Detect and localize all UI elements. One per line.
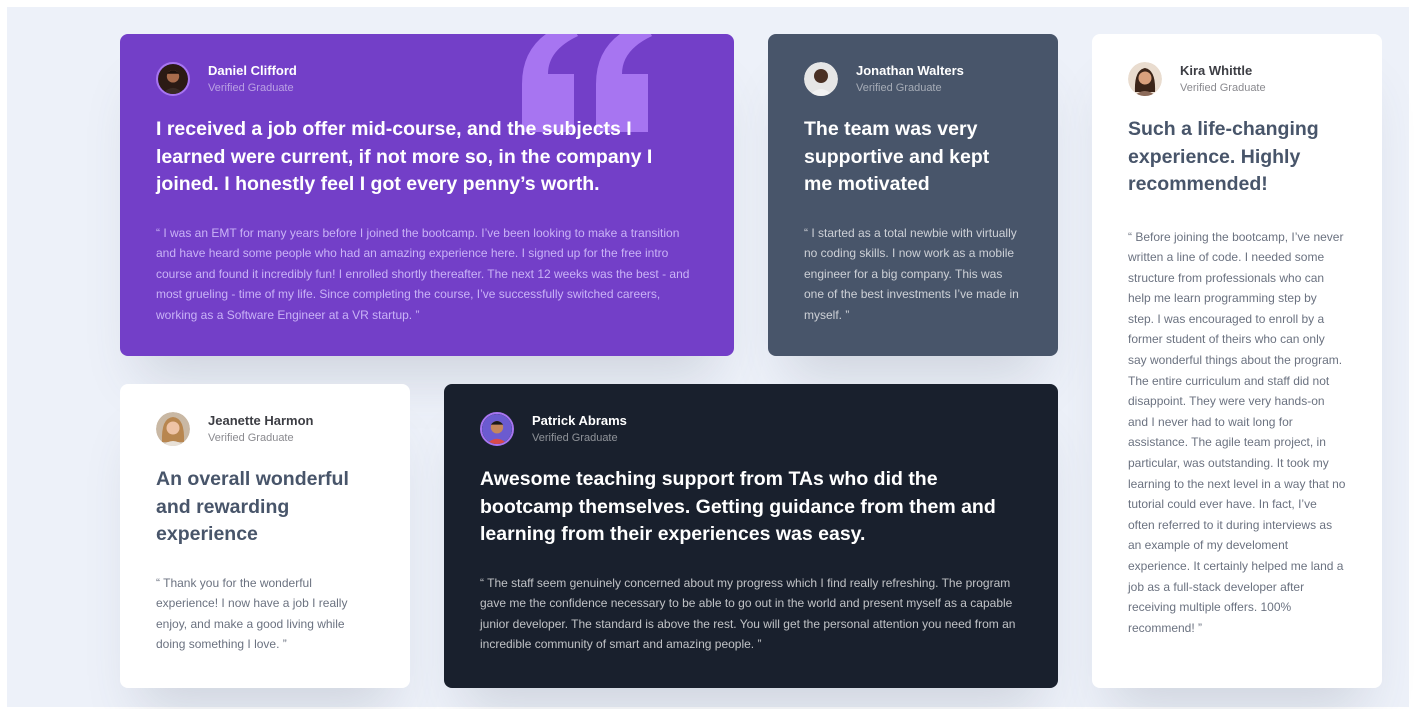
- testimonial-headline: An overall wonderful and rewarding exper…: [156, 468, 349, 545]
- author-role: Verified Graduate: [1180, 82, 1266, 94]
- avatar: [480, 412, 514, 446]
- author-name: Kira Whittle: [1180, 63, 1253, 78]
- testimonial-card-patrick: Patrick Abrams Verified Graduate Awesome…: [444, 384, 1058, 688]
- author-role: Verified Graduate: [532, 432, 618, 444]
- author-role: Verified Graduate: [856, 82, 942, 94]
- testimonial-body: “ I was an EMT for many years before I j…: [156, 225, 690, 322]
- testimonial-card-kira: Kira Whittle Verified Graduate Such a li…: [1092, 34, 1382, 688]
- author-name: Jonathan Walters: [856, 63, 964, 78]
- avatar: [1128, 62, 1162, 96]
- testimonial-headline: The team was very supportive and kept me…: [804, 118, 990, 195]
- testimonial-headline: Such a life-changing experience. Highly …: [1128, 118, 1319, 195]
- testimonial-body: “ The staff seem genuinely concerned abo…: [480, 575, 1016, 652]
- author-block: Jonathan Walters Verified Graduate: [804, 62, 1022, 96]
- author-block: Jeanette Harmon Verified Graduate: [156, 412, 374, 446]
- author-name: Daniel Clifford: [208, 63, 297, 78]
- testimonial-body: “ Thank you for the wonderful experience…: [156, 575, 348, 652]
- author-block: Daniel Clifford Verified Graduate: [156, 62, 698, 96]
- author-name: Jeanette Harmon: [208, 413, 314, 428]
- avatar: [156, 412, 190, 446]
- testimonial-headline: Awesome teaching support from TAs who di…: [480, 468, 996, 545]
- testimonial-card-daniel: Daniel Clifford Verified Graduate I rece…: [120, 34, 734, 356]
- author-role: Verified Graduate: [208, 432, 294, 444]
- testimonial-headline: I received a job offer mid-course, and t…: [156, 118, 653, 195]
- testimonials-grid: Daniel Clifford Verified Graduate I rece…: [7, 7, 1409, 707]
- testimonial-card-jeanette: Jeanette Harmon Verified Graduate An ove…: [120, 384, 410, 688]
- author-name: Patrick Abrams: [532, 413, 627, 428]
- avatar: [156, 62, 190, 96]
- testimonial-card-jonathan: Jonathan Walters Verified Graduate The t…: [768, 34, 1058, 356]
- avatar: [804, 62, 838, 96]
- author-block: Kira Whittle Verified Graduate: [1128, 62, 1346, 96]
- testimonial-body: “ I started as a total newbie with virtu…: [804, 225, 1019, 322]
- author-role: Verified Graduate: [208, 82, 294, 94]
- author-block: Patrick Abrams Verified Graduate: [480, 412, 1022, 446]
- testimonial-body: “ Before joining the bootcamp, I’ve neve…: [1128, 229, 1346, 635]
